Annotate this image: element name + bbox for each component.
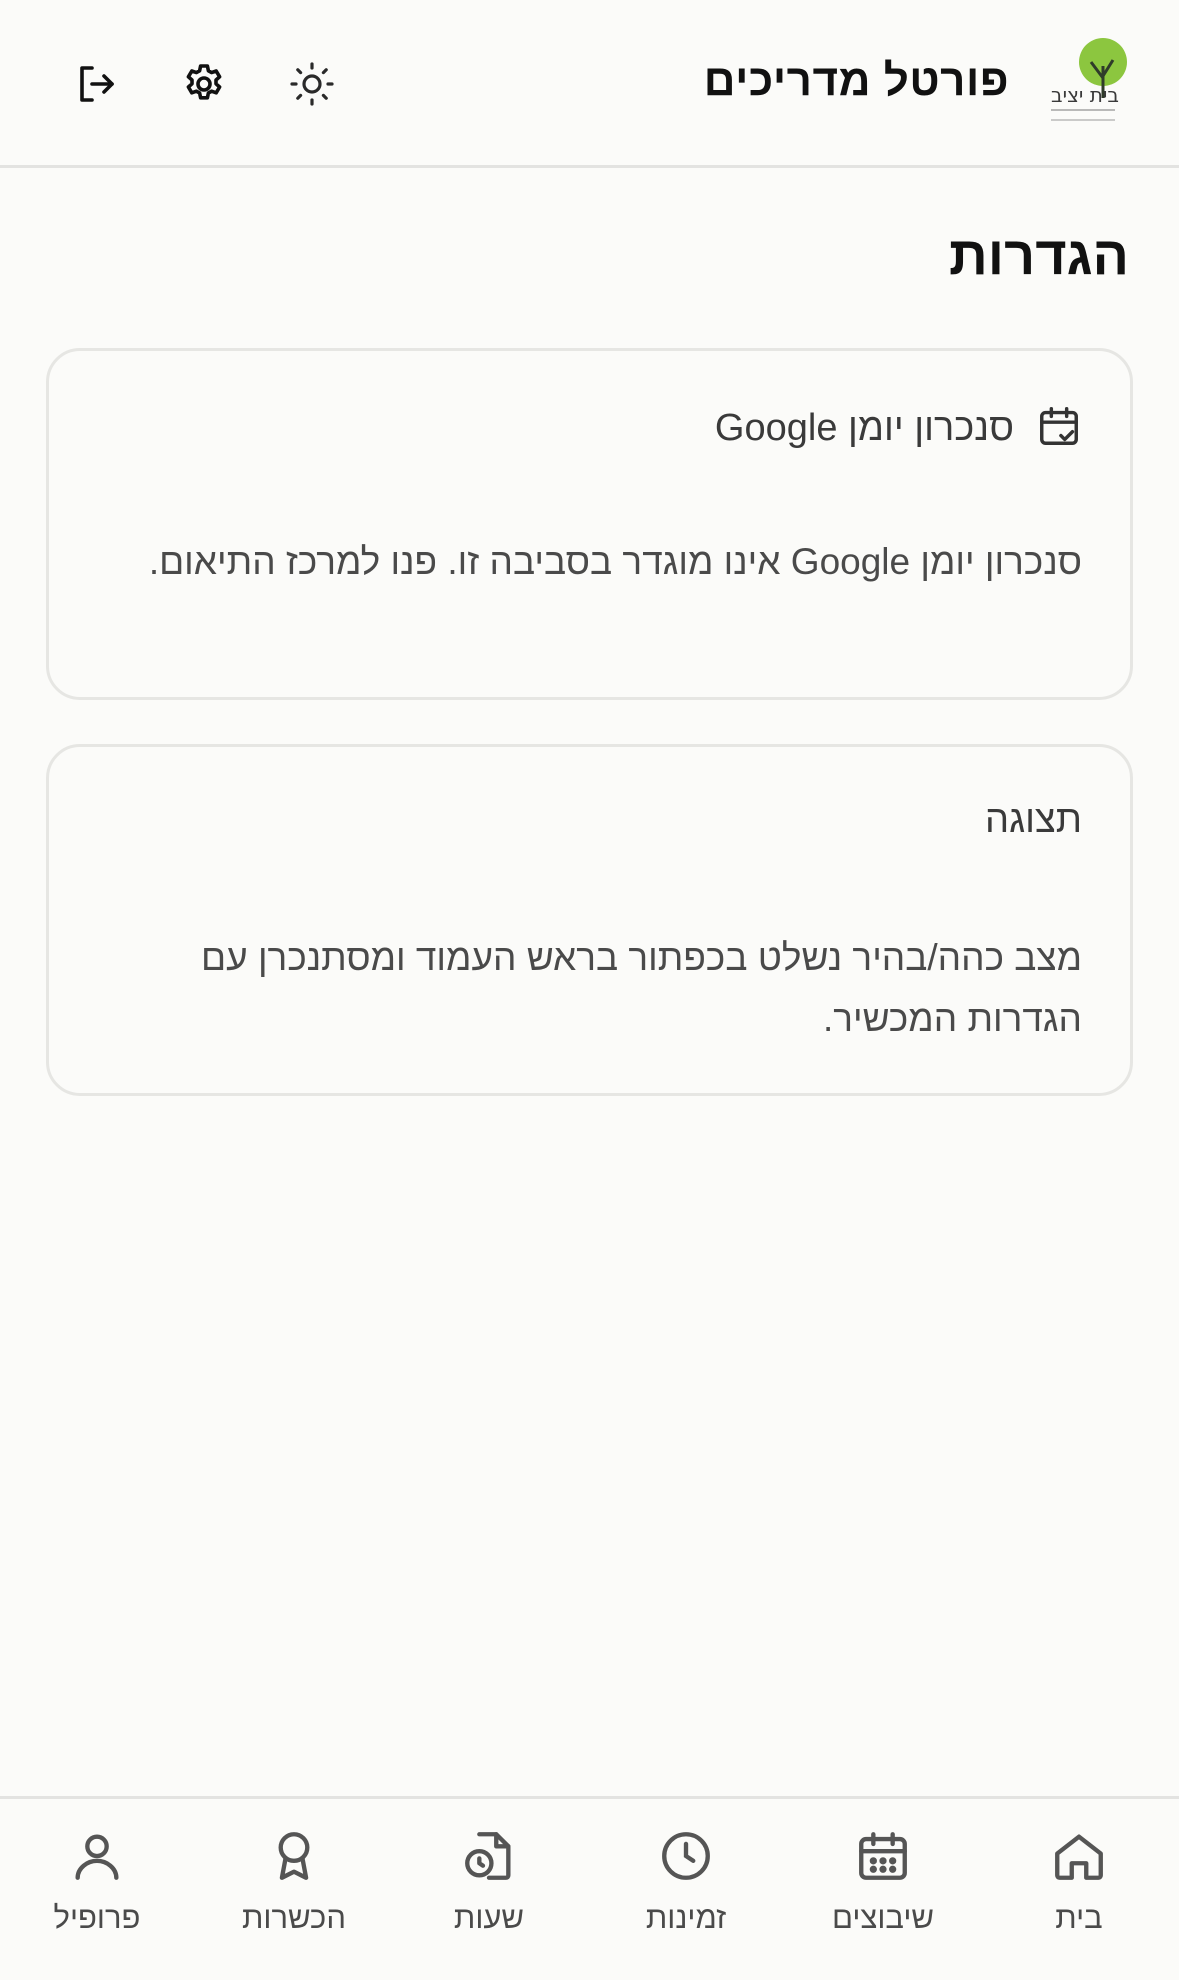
app-root: בית יציב פורטל מדריכים הגדרות סנכרון יומ… — [0, 0, 1179, 1980]
nav-label: פרופיל — [53, 1900, 141, 1935]
nav-label: הכשרות — [242, 1900, 346, 1935]
nav-label: זמינות — [645, 1900, 727, 1935]
logo: בית יציב — [1045, 36, 1131, 132]
settings-gear-icon[interactable] — [174, 54, 234, 114]
calendar-icon — [854, 1827, 912, 1890]
nav-label: שיבוצים — [832, 1900, 935, 1935]
display-card: תצוגה מצב כהה/בהיר נשלט בכפתור בראש העמו… — [46, 744, 1133, 1096]
nav-item-hours[interactable]: שעות — [414, 1827, 564, 1936]
card-description: סנכרון יומן Google אינו מוגדר בסביבה זו.… — [148, 541, 1082, 582]
nav-label: בית — [1055, 1900, 1103, 1935]
card-description: מצב כהה/בהיר נשלט בכפתור בראש העמוד ומסת… — [201, 937, 1082, 1039]
nav-label: שעות — [453, 1900, 525, 1935]
google-calendar-card: סנכרון יומן Google סנכרון יומן Google אי… — [46, 348, 1133, 700]
home-icon — [1050, 1827, 1108, 1890]
logout-icon[interactable] — [66, 54, 126, 114]
calendar-check-icon — [1036, 403, 1082, 454]
svg-text:בית יציב: בית יציב — [1051, 83, 1119, 107]
nav-item-shifts[interactable]: שיבוצים — [808, 1827, 958, 1936]
clock-icon — [657, 1827, 715, 1890]
card-header: סנכרון יומן Google — [715, 403, 1082, 454]
page-title: הגדרות — [949, 226, 1129, 286]
nav-item-certifications[interactable]: הכשרות — [219, 1827, 369, 1936]
user-icon — [68, 1827, 126, 1890]
app-title: פורטל מדריכים — [703, 56, 1009, 105]
card-header: תצוגה — [985, 799, 1082, 842]
theme-toggle-sun-icon[interactable] — [282, 54, 342, 114]
award-icon — [265, 1827, 323, 1890]
top-header: בית יציב פורטל מדריכים — [0, 0, 1179, 168]
nav-item-availability[interactable]: זמינות — [611, 1827, 761, 1936]
card-title: תצוגה — [985, 799, 1082, 841]
nav-item-profile[interactable]: פרופיל — [22, 1827, 172, 1936]
nav-item-home[interactable]: בית — [1004, 1827, 1154, 1936]
card-title: סנכרון יומן Google — [714, 407, 1014, 449]
file-clock-icon — [460, 1827, 518, 1890]
bottom-navigation: פרופיל הכשרות שעות זמינות שיבוצים בית — [0, 1796, 1179, 1980]
